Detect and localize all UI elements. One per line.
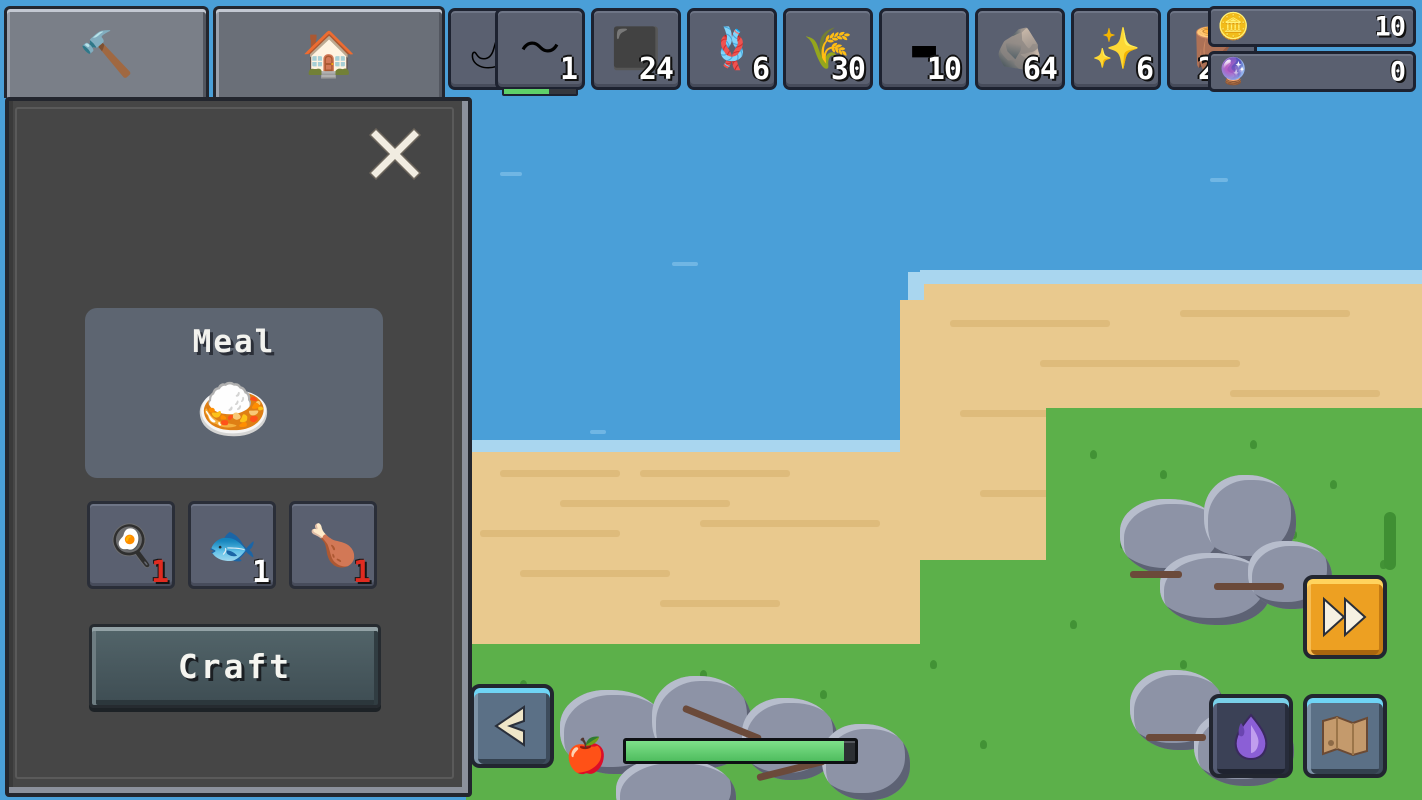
water-sparkle: [590, 430, 606, 434]
gold-coin-icon: 🪙: [1217, 11, 1250, 42]
ingredient-slot-fish[interactable]: 🐟 1: [188, 501, 276, 590]
inventory-slot-qty: 30: [830, 52, 866, 87]
water-sparkle: [672, 262, 698, 266]
hammer-icon: 🔨: [79, 28, 134, 80]
crafting-panel: Meal 🍛 🍳 1 🐟 1 🍗 1 Craft: [5, 97, 472, 797]
sand-texture: [660, 600, 780, 607]
fast-forward-icon: [1307, 579, 1383, 655]
ingredient-count: 1: [150, 555, 169, 590]
game-screen: 🍎 🌶 7 〜 1 ⬛ 24 🪢 6 🌾 30 ▬ 10: [0, 0, 1422, 800]
sand-texture: [480, 530, 620, 537]
craft-button[interactable]: Craft: [89, 624, 381, 708]
inventory-slot-qty: 24: [638, 52, 674, 87]
sand-terrain: [900, 300, 930, 460]
gem-button[interactable]: [1209, 694, 1293, 778]
gold-coin-value: 10: [1374, 11, 1406, 42]
grass-tuft: [1250, 440, 1257, 449]
currency-row-gold[interactable]: 🪙 10: [1208, 6, 1416, 47]
house-icon: 🏠: [301, 28, 357, 80]
chevron-left-icon: [474, 688, 550, 764]
sand-texture: [520, 570, 670, 577]
inventory-slot-qty: 1: [559, 52, 578, 87]
sand-texture: [700, 520, 880, 527]
inventory-slot[interactable]: 〜 1: [495, 8, 585, 96]
sand-texture: [640, 470, 790, 477]
inventory-slot-qty: 64: [1022, 52, 1058, 87]
recipe-card: Meal 🍛: [85, 308, 383, 478]
currency-row-gem[interactable]: 🔮 0: [1208, 51, 1416, 92]
plant-sprig: [1384, 512, 1396, 570]
status-bar-group: 🍎: [565, 732, 858, 776]
grass-tuft: [1330, 480, 1337, 489]
ingredient-count: 1: [251, 555, 270, 590]
inventory-slot[interactable]: ⬛ 24: [591, 8, 681, 90]
inventory-slot[interactable]: ✨ 6: [1071, 8, 1161, 90]
water-sparkle: [1210, 178, 1228, 182]
meal-icon: 🍛: [195, 372, 273, 445]
grass-tuft: [820, 690, 827, 699]
tab-crafting[interactable]: 🔨: [4, 6, 209, 98]
gem-currency-icon: 🔮: [1217, 56, 1250, 87]
sand-texture: [1230, 390, 1380, 397]
grass-tuft: [1090, 450, 1097, 459]
grass-tuft: [930, 660, 937, 669]
inventory-slot-qty: 10: [926, 52, 962, 87]
grass-tuft: [1160, 470, 1167, 479]
grass-tuft: [1180, 660, 1187, 669]
gem-icon: [1213, 698, 1289, 774]
ingredient-list: 🍳 1 🐟 1 🍗 1: [87, 501, 387, 591]
sand-texture: [950, 320, 1110, 327]
status-progress-fill: [626, 741, 844, 761]
durability-bar: [502, 87, 578, 96]
grass-tuft: [980, 740, 987, 749]
recipe-name: Meal: [192, 324, 276, 360]
status-progress-bar: [623, 738, 858, 764]
sand-texture: [560, 500, 730, 507]
tab-building[interactable]: 🏠: [213, 6, 445, 98]
map-button[interactable]: [1303, 694, 1387, 778]
ingredient-slot-chicken[interactable]: 🍗 1: [289, 501, 377, 590]
inventory-slot[interactable]: ▬ 10: [879, 8, 969, 90]
apple-icon: 🍎: [565, 736, 608, 776]
inventory-slot[interactable]: 🪢 6: [687, 8, 777, 90]
water-sparkle: [500, 172, 522, 176]
back-button[interactable]: [470, 684, 554, 768]
currency-panel: 🪙 10 🔮 0: [1208, 6, 1416, 92]
ingredient-slot-egg[interactable]: 🍳 1: [87, 501, 175, 590]
sand-texture: [1180, 310, 1350, 317]
fast-forward-button[interactable]: [1303, 575, 1387, 659]
ingredient-count: 1: [352, 555, 371, 590]
inventory-slot[interactable]: 🌾 30: [783, 8, 873, 90]
gem-currency-value: 0: [1389, 56, 1406, 87]
close-icon: [368, 127, 422, 181]
inventory-slot-qty: 6: [751, 52, 770, 87]
sand-texture: [1040, 360, 1240, 367]
inventory-slot[interactable]: 🪨 64: [975, 8, 1065, 90]
grass-tuft: [1070, 620, 1077, 629]
close-button[interactable]: [364, 123, 426, 185]
map-icon: [1307, 698, 1383, 774]
craft-button-label: Craft: [177, 646, 293, 686]
grass-terrain: [920, 560, 1050, 800]
inventory-slot-qty: 6: [1135, 52, 1154, 87]
sand-texture: [500, 470, 620, 477]
